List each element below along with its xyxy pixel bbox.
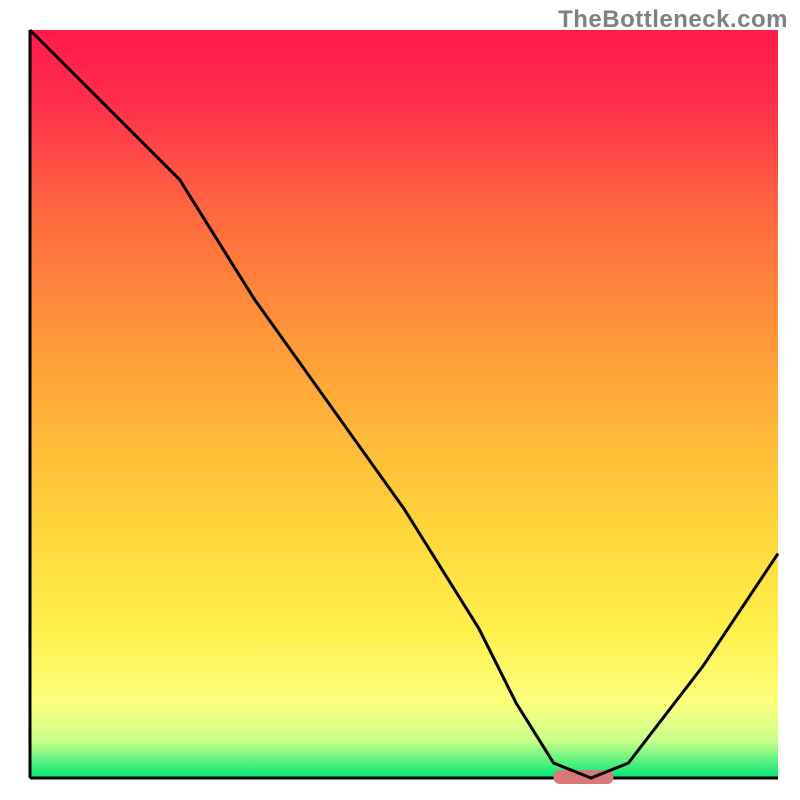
- chart-container: TheBottleneck.com: [0, 0, 800, 800]
- watermark-text: TheBottleneck.com: [558, 6, 788, 34]
- bottleneck-chart: [0, 0, 800, 800]
